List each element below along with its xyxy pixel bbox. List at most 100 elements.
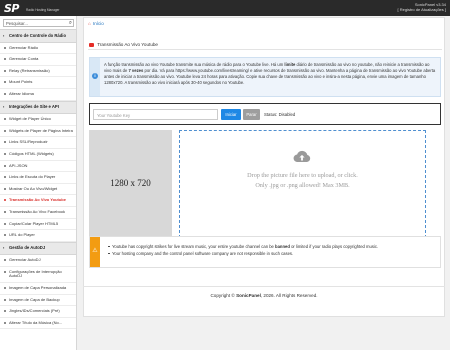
sidebar-item[interactable]: Configurações de Interrupção AutoDJ [0, 267, 76, 284]
sidebar-item-label: Relay (Retransmissão) [9, 67, 50, 73]
sidebar-item[interactable]: Transmissão Ao Vivo Facebook [0, 207, 76, 219]
warning-item: Youtube has copyright strikes for live s… [108, 243, 438, 250]
page-title: Transmissão Ao Vivo Youtube [89, 42, 158, 47]
sidebar-item-label: URL do Player [9, 232, 35, 238]
start-button[interactable]: Iniciar [221, 109, 241, 120]
sidebar-item-label: Transmissão Ao Vivo Youtube [9, 197, 66, 203]
sidebar-item-label: Links SSL/Reproduzir [9, 139, 48, 145]
sidebar-item[interactable]: Alterar Título da Música (No... [0, 318, 76, 330]
sidebar-item-label: Códigos HTML (Widgets) [9, 150, 54, 156]
image-dropzone[interactable]: Drop the picture file here to upload, or… [179, 130, 426, 238]
update-log-link[interactable]: [ Registro de Atualizações ] [398, 7, 446, 12]
home-icon: ⌂ [88, 21, 91, 26]
dropzone-limits: Only .jpg or .png allowed! Max 3MB. [255, 182, 350, 189]
sidebar: Pesquisar... ⌕ ▪ Centro de Controle do Rá… [0, 16, 77, 350]
sidebar-item[interactable]: Links SSL/Reproduzir [0, 137, 76, 149]
search-input[interactable]: Pesquisar... ⌕ [3, 19, 74, 27]
sidebar-item[interactable]: Imagem de Capa Personalizada [0, 283, 76, 295]
sidebar-item-label: Jingles/IDs/Comerciais (Pré) [9, 308, 60, 314]
bullet-icon [4, 234, 6, 237]
sidebar-section-header[interactable]: ▪ Gestão de AutoDJ [0, 241, 76, 256]
sidebar-item-label: API-JSON [9, 162, 28, 168]
sidebar-item[interactable]: Relay (Retransmissão) [0, 66, 76, 78]
info-callout: i A função transmissão ao vivo Youtube t… [89, 57, 441, 97]
stop-button[interactable]: Parar [243, 109, 260, 120]
bullet-icon [4, 46, 6, 49]
search-placeholder: Pesquisar... [6, 21, 28, 26]
sidebar-item[interactable]: Widget de Player Único [0, 114, 76, 126]
bullet-icon [4, 222, 6, 225]
bullet-icon [4, 69, 6, 72]
info-text-bold: 7 vezes [128, 68, 144, 73]
sidebar-item-label: Centro de Controle do Rádio [9, 32, 66, 38]
stream-status: Status: Disabled [264, 112, 296, 117]
bullet-icon [4, 92, 6, 95]
bullet-icon [4, 287, 6, 290]
sidebar-section-header[interactable]: ▪ Centro de Controle do Rádio [0, 29, 76, 43]
search-icon[interactable]: ⌕ [69, 20, 72, 27]
sidebar-item[interactable]: Widgets de Player de Página Inteira [0, 126, 76, 138]
main-panel: ⌂ Início Transmissão Ao Vivo Youtube i A… [83, 17, 445, 317]
bullet-icon [4, 259, 6, 262]
cloud-upload-icon [293, 150, 311, 163]
warning-bold: banned [275, 244, 290, 249]
sidebar-item[interactable]: Códigos HTML (Widgets) [0, 149, 76, 161]
warning-side-bar: ⚠ [90, 237, 100, 267]
info-text-part: por dia. Vá para https://www.youtube.com… [104, 68, 436, 85]
sidebar-item[interactable]: Gerenciar AutoDJ [0, 255, 76, 267]
section-icon: ▪ [3, 104, 5, 110]
sidebar-item[interactable]: Links de Escuta do Player [0, 172, 76, 184]
sidebar-item-label: Mount Points [9, 79, 33, 85]
warning-list: Youtube has copyright strikes for live s… [108, 243, 438, 257]
info-text-part: A função transmissão ao vivo Youtube tra… [104, 62, 285, 67]
sidebar-item[interactable]: Copiar/Colar Player HTML5 [0, 219, 76, 231]
copyright-brand: SonicPanel [236, 293, 261, 298]
sidebar-item[interactable]: Alterar Idioma [0, 89, 76, 101]
warning-text: Your hosting company and the control pan… [112, 251, 294, 256]
sidebar-item[interactable]: URL do Player [0, 230, 76, 242]
sidebar-item-label: Transmissão Ao Vivo Facebook [9, 208, 66, 214]
image-preview: 1280 x 720 [89, 130, 172, 238]
sidebar-item[interactable]: Mount Points [0, 77, 76, 89]
sidebar-item-label: Gerenciar Rádio [9, 44, 39, 50]
section-icon: ▪ [3, 245, 5, 251]
sidebar-item[interactable]: Gerenciar Rádio [0, 43, 76, 55]
info-text: A função transmissão ao vivo Youtube tra… [104, 62, 438, 86]
bullet-icon [4, 176, 6, 179]
youtube-icon [89, 43, 94, 47]
sidebar-item[interactable]: Mostrar Ou Ao Vivo/Widget [0, 184, 76, 196]
sidebar-item-label: Mostrar Ou Ao Vivo/Widget [9, 185, 58, 191]
bullet-icon [4, 270, 6, 273]
warning-text: or limited if your radio plays copyright… [289, 244, 379, 249]
sidebar-item-label: Gerenciar Conta [9, 56, 39, 62]
copyright-prefix: Copyright © [210, 293, 237, 298]
sidebar-item-label: Integrações de Site e API [9, 104, 59, 110]
bullet-icon [4, 298, 6, 301]
breadcrumb: ⌂ Início [88, 21, 104, 26]
bullet-icon [4, 199, 6, 202]
youtube-key-input[interactable]: Your Youtube Key [93, 109, 218, 120]
sidebar-section-header[interactable]: ▪ Integrações de Site e API [0, 100, 76, 115]
sidebar-item[interactable]: Jingles/IDs/Comerciais (Pré) [0, 306, 76, 318]
version-info: SonicPanel v3.34 [ Registro de Atualizaç… [398, 2, 446, 12]
sidebar-item-label: Copiar/Colar Player HTML5 [9, 220, 59, 226]
sidebar-item-label: Widget de Player Único [9, 116, 51, 122]
sidebar-item[interactable]: Gerenciar Conta [0, 54, 76, 66]
sidebar-item[interactable]: API-JSON [0, 161, 76, 173]
bullet-icon [4, 152, 6, 155]
sidebar-item-label: Imagem de Capa de Backup [9, 296, 60, 302]
sidebar-item-label: Widgets de Player de Página Inteira [9, 127, 73, 133]
sidebar-item-active[interactable]: Transmissão Ao Vivo Youtube [0, 195, 76, 207]
sidebar-item-label: Alterar Idioma [9, 90, 34, 96]
sidebar-item-label: Imagem de Capa Personalizada [9, 285, 67, 291]
app-logo[interactable]: SP [4, 2, 19, 15]
dropzone-instruction: Drop the picture file here to upload, or… [247, 172, 358, 179]
copyright: Copyright © SonicPanel, 2026. All Rights… [83, 293, 445, 298]
sidebar-nav: ▪ Centro de Controle do Rádio Gerenciar Rá… [0, 29, 76, 330]
bullet-icon [4, 58, 6, 61]
breadcrumb-home[interactable]: Início [93, 21, 104, 26]
bullet-icon [4, 129, 6, 132]
sidebar-item[interactable]: Imagem de Capa de Backup [0, 295, 76, 307]
youtube-key-placeholder: Your Youtube Key [97, 113, 131, 118]
sidebar-item-label: Gerenciar AutoDJ [9, 257, 41, 263]
